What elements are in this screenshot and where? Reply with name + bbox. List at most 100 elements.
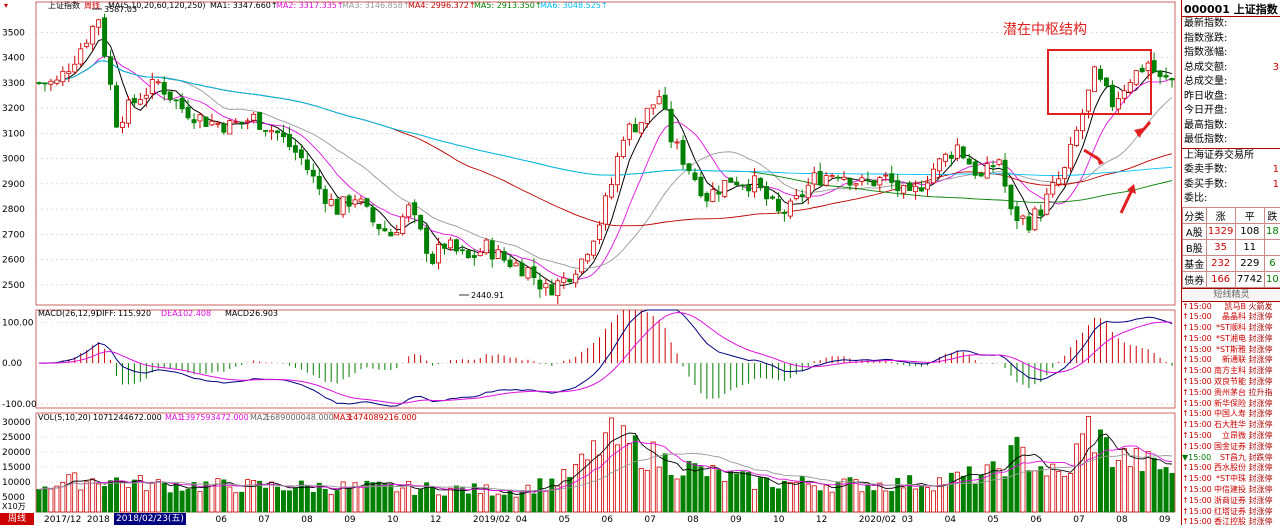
quote-row: 总成交额:3 — [1182, 61, 1280, 76]
candle-body — [580, 259, 584, 272]
news-item[interactable]: ↑15:00双良节能 封涨停 — [1182, 377, 1280, 388]
volume-bar — [747, 472, 751, 512]
advance-decline-row: B股3511 — [1183, 239, 1280, 255]
news-stock-name: 贵州茅台 — [1212, 388, 1246, 399]
candle-body — [258, 112, 262, 129]
candle-body — [335, 199, 339, 214]
news-item[interactable]: ↑15:00*ST斯雅 封涨停 — [1182, 345, 1280, 356]
candle-body — [377, 224, 381, 229]
volume-bar — [1110, 467, 1114, 512]
price-tick-label: 3100 — [2, 129, 25, 139]
news-item[interactable]: ↑15:00新通联 封涨停 — [1182, 355, 1280, 366]
volume-bar — [627, 443, 631, 512]
candle-body — [419, 215, 423, 229]
news-item[interactable]: ↑15:00西水股份 封涨停 — [1182, 463, 1280, 474]
news-item[interactable]: ↑15:00凯马B 火箭发 — [1182, 302, 1280, 313]
x-tick-label: 04 — [516, 515, 528, 525]
volume-bar — [246, 480, 250, 512]
volume-bar — [419, 489, 423, 512]
chart-svg[interactable]: ▾ 上证指数 周线 MA(5,10,20,60,120,250) MA1: 33… — [0, 0, 1180, 525]
advance-decline-cell: 11 — [1235, 239, 1264, 255]
candle-body — [615, 157, 619, 185]
candle-body — [466, 251, 470, 258]
volume-bar — [735, 474, 739, 512]
candle-body — [949, 155, 953, 158]
volume-bar — [669, 475, 673, 512]
news-item[interactable]: ↑15:00*ST顺科 封涨停 — [1182, 323, 1280, 334]
candle-body — [514, 263, 518, 266]
candle-body — [502, 252, 506, 261]
news-item[interactable]: ↑15:00国金证券 封涨停 — [1182, 442, 1280, 453]
candle-body — [341, 197, 345, 215]
news-event: 封涨停 — [1246, 463, 1273, 472]
news-item[interactable]: ↑15:00贵州茅台 拉升指 — [1182, 388, 1280, 399]
candle-body — [639, 122, 643, 133]
candle-body — [472, 255, 476, 257]
period-tab[interactable]: 周线 — [0, 513, 34, 525]
candle-body — [1170, 78, 1174, 79]
quote-side-panel: 000001 上证指数 最新指数:指数涨跌:指数涨幅:总成交额:3总成交量:昨日… — [1181, 0, 1280, 525]
news-item[interactable]: ↑15:00中信建投 封涨停 — [1182, 485, 1280, 496]
volume-bar — [317, 483, 321, 512]
volume-bar — [108, 481, 112, 512]
volume-bar — [931, 491, 935, 512]
news-stock-name: 浙商证券 — [1212, 496, 1246, 507]
volume-bar — [1051, 464, 1055, 512]
news-item[interactable]: ↑15:00*ST中珠 封涨停 — [1182, 474, 1280, 485]
volume-bar — [675, 479, 679, 512]
volume-bar — [144, 491, 148, 512]
candle-body — [120, 122, 124, 127]
candle-body — [758, 178, 762, 187]
news-item[interactable]: ↑15:00新华保险 封涨停 — [1182, 399, 1280, 410]
candle-body — [97, 20, 101, 27]
news-item[interactable]: ↑15:00南方主科 封涨停 — [1182, 366, 1280, 377]
news-item[interactable]: ▼15:00ST昌九 封跌停 — [1182, 453, 1280, 464]
quote-rows: 最新指数:指数涨跌:指数涨幅:总成交额:3总成交量:昨日收盘:今日开盘:最高指数… — [1182, 17, 1280, 148]
volume-bar — [383, 483, 387, 512]
volume-bar — [830, 492, 834, 512]
volume-bar — [860, 492, 864, 512]
news-list[interactable]: ↑15:00凯马B 火箭发↑15:00晶晶科 封涨停↑15:00*ST顺科 封涨… — [1182, 302, 1280, 526]
settings-icon[interactable]: ▾ — [4, 1, 8, 10]
candle-body — [1134, 71, 1138, 85]
candle-body — [180, 98, 184, 108]
volume-bar — [1104, 438, 1108, 512]
candle-body — [979, 173, 983, 175]
candle-body — [347, 196, 351, 206]
news-item[interactable]: ↑15:00立昂微 封涨停 — [1182, 431, 1280, 442]
volume-bar — [538, 479, 542, 512]
candle-body — [1128, 82, 1132, 92]
news-item[interactable]: ↑15:00香江控股 封涨停 — [1182, 517, 1280, 525]
candle-body — [436, 245, 440, 263]
news-item[interactable]: ↑15:00浙商证券 封涨停 — [1182, 496, 1280, 507]
candle-body — [937, 159, 941, 171]
candle-body — [741, 185, 745, 186]
x-tick-label: 07 — [258, 515, 269, 525]
advance-decline-cell: 7742 — [1235, 271, 1264, 287]
kline-chart-area[interactable]: ▾ 上证指数 周线 MA(5,10,20,60,120,250) MA1: 33… — [0, 0, 1180, 525]
exchange-row-label: 委比: — [1184, 193, 1207, 204]
exchange-label: 上海证券交易所 — [1182, 148, 1280, 164]
volume-bar — [764, 478, 768, 512]
news-stock-name: 双良节能 — [1212, 377, 1246, 388]
news-item[interactable]: ↑15:00晶晶科 封涨停 — [1182, 312, 1280, 323]
news-item[interactable]: ↑15:00中国人寿 封涨停 — [1182, 409, 1280, 420]
candle-body — [1039, 210, 1043, 215]
vol-ma3-value: 1474089216.000 — [348, 413, 417, 422]
volume-bar — [550, 479, 554, 512]
volume-bar — [568, 477, 572, 512]
news-item[interactable]: ↑15:00*ST湘电 封涨停 — [1182, 334, 1280, 345]
news-time: ↑15:00 — [1182, 474, 1212, 485]
advance-decline-cell: 基金 — [1183, 255, 1207, 271]
volume-bar — [1128, 467, 1132, 512]
candle-body — [1057, 179, 1061, 184]
news-item[interactable]: ↑15:00石大胜华 封涨停 — [1182, 420, 1280, 431]
volume-bar — [168, 493, 172, 512]
news-time: ↑15:00 — [1182, 334, 1212, 345]
news-event: 封涨停 — [1246, 323, 1273, 332]
candle-body — [67, 72, 71, 74]
candle-body — [91, 26, 95, 44]
candle-body — [890, 174, 894, 183]
news-stock-name: 南方主科 — [1212, 366, 1246, 377]
news-item[interactable]: ↑15:00红塔证券 封涨停 — [1182, 507, 1280, 518]
